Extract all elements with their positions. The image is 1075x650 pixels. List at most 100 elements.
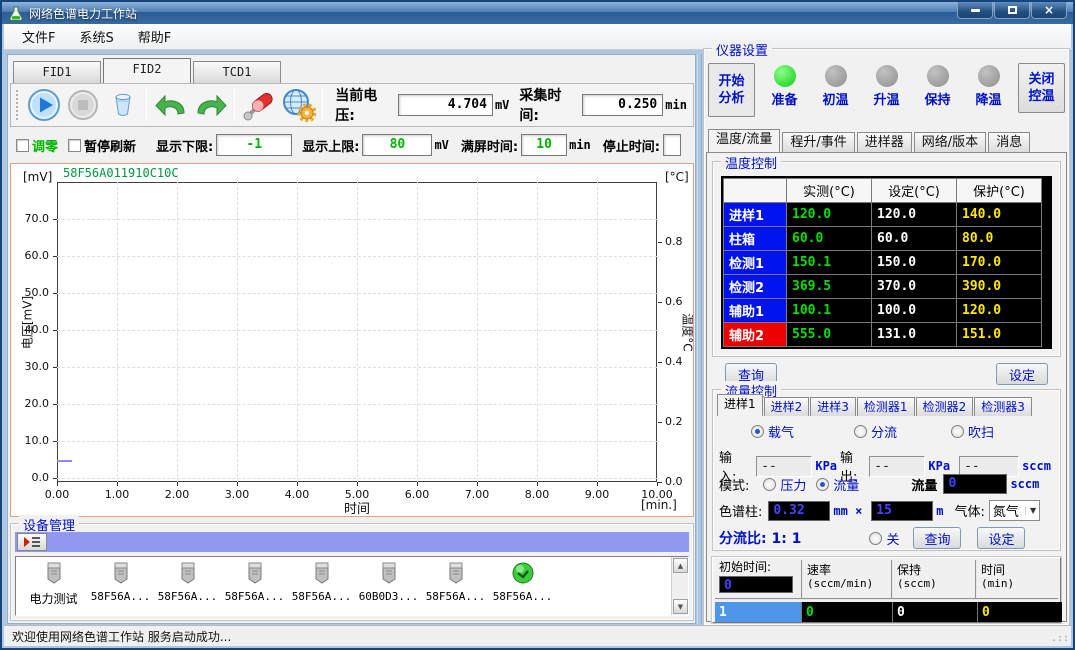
y-tick: [53, 404, 57, 405]
y-tick: [53, 219, 57, 220]
stop-time-input[interactable]: [663, 134, 681, 156]
x-tick: [597, 482, 598, 486]
start-acquisition-button[interactable]: [24, 86, 63, 124]
cooldown-light-label: 降温: [967, 89, 1011, 108]
y-tick-label: 60.0: [11, 249, 49, 262]
calibration-tool-button[interactable]: [239, 86, 278, 124]
scroll-up-button[interactable]: ▲: [673, 558, 688, 573]
close-temp-control-button[interactable]: 关闭 控温: [1018, 63, 1065, 113]
temp-set-button[interactable]: 设定: [996, 363, 1048, 385]
tab-temp-flow[interactable]: 温度/流量: [708, 129, 780, 152]
panel-splitter[interactable]: [697, 54, 702, 624]
start-analysis-line2: 分析: [709, 90, 754, 107]
x-tick: [117, 482, 118, 486]
app-window: 网络色谱电力工作站 × 文件F 系统S 帮助F FID1 FID2 TCD1: [0, 0, 1075, 650]
resize-grip-icon[interactable]: .::: [1051, 633, 1069, 644]
scroll-down-button[interactable]: ▼: [673, 599, 688, 614]
network-settings-button[interactable]: [279, 86, 318, 124]
light-hold: 保持: [916, 63, 960, 108]
device-item[interactable]: 58F56A...: [489, 560, 556, 607]
carrier-gas-radio[interactable]: [751, 425, 764, 438]
device-management-group: 设备管理 电力测试58F56A...58F56A...58F56A...58F5…: [10, 523, 694, 621]
y-tick-label: 40.0: [11, 323, 49, 336]
device-list-button[interactable]: [17, 533, 47, 551]
x-tick: [237, 482, 238, 486]
initial-time-field[interactable]: 0: [719, 576, 793, 593]
tab-fid2[interactable]: FID2: [103, 58, 191, 83]
device-icon: [175, 560, 201, 586]
fullscreen-time-input[interactable]: 10: [521, 134, 567, 156]
device-item[interactable]: 58F56A...: [422, 560, 489, 607]
zero-checkbox[interactable]: [16, 139, 29, 152]
flow-tab-det1[interactable]: 检测器1: [857, 397, 915, 416]
detector-tabs: FID1 FID2 TCD1: [13, 58, 283, 83]
undo-button[interactable]: [151, 86, 190, 124]
y-tick-label: 10.0: [11, 434, 49, 447]
program-table-row[interactable]: 1 0 0 0: [715, 602, 1058, 622]
light-ramp: 升温: [865, 63, 909, 108]
device-item[interactable]: 58F56A...: [221, 560, 288, 607]
purge-radio[interactable]: [951, 425, 964, 438]
column-diameter-field[interactable]: 0.32: [768, 501, 830, 521]
pressure-mode-radio[interactable]: [763, 478, 776, 491]
device-item[interactable]: 电力测试: [20, 560, 87, 607]
menu-system[interactable]: 系统S: [69, 24, 123, 49]
ready-light-icon: [774, 65, 796, 87]
maximize-button[interactable]: [994, 2, 1030, 19]
gas-dropdown[interactable]: 氮气 ▼: [989, 500, 1040, 521]
light-ready: 准备: [763, 63, 807, 108]
tab-fid1[interactable]: FID1: [13, 61, 101, 83]
y-tick: [53, 367, 57, 368]
x-tick-label: 3.00: [217, 488, 257, 501]
upper-limit-input[interactable]: 80: [362, 134, 432, 156]
flow-tab-det2[interactable]: 检测器2: [916, 397, 974, 416]
device-list-scrollbar[interactable]: ▲ ▼: [671, 557, 688, 615]
y-tick-label: 70.0: [11, 212, 49, 225]
flow-tab-det3[interactable]: 检测器3: [974, 397, 1032, 416]
split-off-radio[interactable]: [869, 532, 882, 545]
column-length-field[interactable]: 15: [871, 501, 933, 521]
menu-help[interactable]: 帮助F: [128, 24, 181, 49]
temp-measured-value: 120.0: [787, 203, 871, 226]
temp-row-label: 进样1: [724, 203, 786, 226]
device-item[interactable]: 58F56A...: [87, 560, 154, 607]
hold-light-label: 保持: [916, 89, 960, 108]
maximize-icon: [1008, 6, 1017, 14]
start-analysis-line1: 开始: [709, 73, 754, 90]
flow-set-button[interactable]: 设定: [977, 527, 1025, 549]
gridline-v: [477, 182, 478, 482]
flow-mode-radio[interactable]: [816, 478, 829, 491]
device-item[interactable]: 58F56A...: [288, 560, 355, 607]
minimize-icon: [971, 9, 980, 12]
tab-messages[interactable]: 消息: [988, 132, 1030, 152]
x-tick-label: 7.00: [457, 488, 497, 501]
minimize-button[interactable]: [957, 2, 993, 19]
menu-file[interactable]: 文件F: [12, 24, 65, 49]
temp-group-title: 温度控制: [721, 153, 781, 172]
tab-program-events[interactable]: 程升/事件: [782, 132, 854, 152]
tab-injector[interactable]: 进样器: [857, 132, 912, 152]
status-lights: 准备 初温 升温 保持 降温: [755, 63, 1018, 108]
clear-curve-button[interactable]: [103, 86, 142, 124]
split-off-label: 关: [886, 529, 899, 548]
redo-button[interactable]: [191, 86, 230, 124]
split-radio[interactable]: [854, 425, 867, 438]
tab-tcd1[interactable]: TCD1: [193, 61, 281, 83]
y-tick: [53, 293, 57, 294]
device-item[interactable]: 60B0D3...: [355, 560, 422, 607]
flow-value-field[interactable]: 0: [943, 474, 1007, 494]
pause-refresh-checkbox[interactable]: [68, 139, 81, 152]
lower-limit-input[interactable]: -1: [216, 134, 292, 156]
chart-area: 58F56A011910C10C [mV] [°C] 电压[mV] 温度°C 时…: [10, 163, 694, 517]
device-item[interactable]: 58F56A...: [154, 560, 221, 607]
flow-tab-inj3[interactable]: 进样3: [810, 397, 856, 416]
flow-query-button[interactable]: 查询: [913, 527, 961, 549]
close-button[interactable]: ×: [1031, 2, 1067, 19]
x-tick: [297, 482, 298, 486]
flow-tab-inj2[interactable]: 进样2: [764, 397, 810, 416]
stop-acquisition-button[interactable]: [63, 86, 102, 124]
tab-network-version[interactable]: 网络/版本: [914, 132, 986, 152]
flow-tab-inj1[interactable]: 进样1: [717, 394, 763, 416]
acq-time-unit-label: min: [665, 98, 687, 112]
start-analysis-button[interactable]: 开始 分析: [708, 63, 755, 117]
